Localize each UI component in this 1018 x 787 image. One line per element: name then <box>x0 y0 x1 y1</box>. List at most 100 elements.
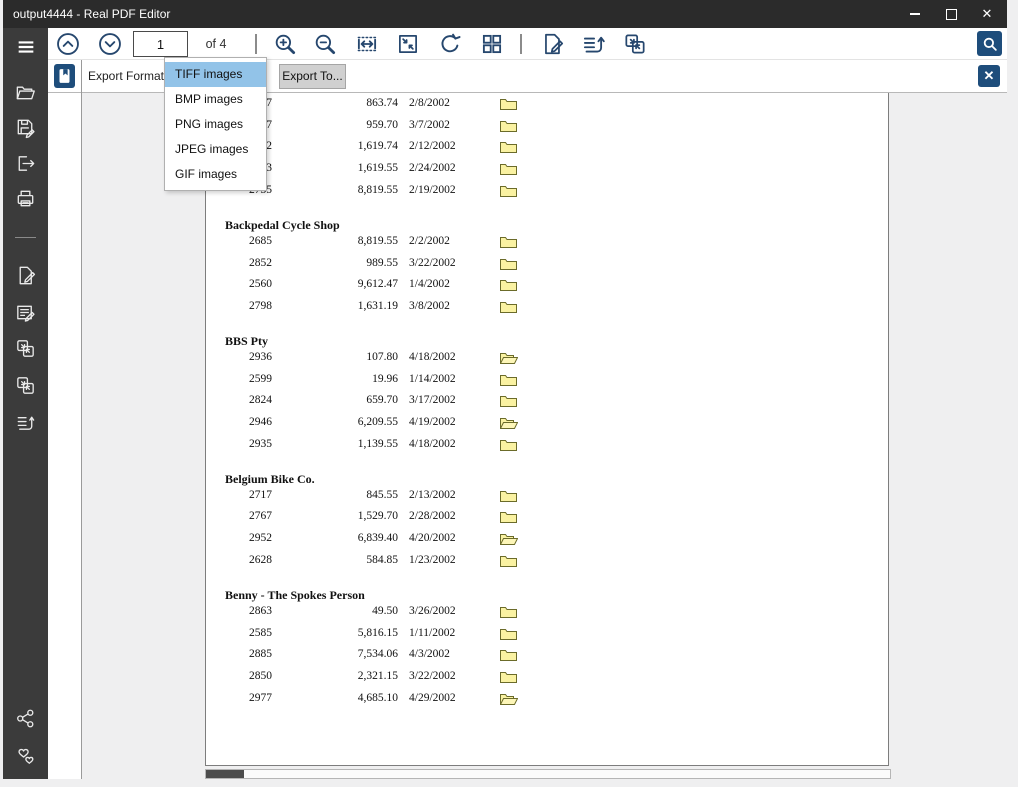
extract-pages-button[interactable] <box>14 411 37 434</box>
open-file-button[interactable] <box>14 81 37 104</box>
close-export-bar-button[interactable]: ✕ <box>978 65 1000 87</box>
share-icon <box>17 709 34 728</box>
previous-page-button[interactable] <box>54 30 82 58</box>
convert-document-button[interactable] <box>621 30 649 58</box>
toolbar-separator <box>255 34 257 54</box>
export-list-button[interactable] <box>579 30 607 58</box>
fit-page-icon <box>399 35 417 53</box>
convert-pages-b-button[interactable] <box>14 374 37 397</box>
invoice-amount: 1,139.55 <box>357 437 398 450</box>
invoice-row: 2935 1,139.55 4/18/2002 <box>206 438 888 460</box>
folder-icon <box>500 235 517 248</box>
folder-icon <box>500 605 517 618</box>
invoice-date: 1/23/2002 <box>409 553 456 566</box>
format-dropdown: TIFF images BMP images PNG images JPEG i… <box>164 57 267 191</box>
customer-name: Belgium Bike Co. <box>225 471 315 486</box>
next-page-button[interactable] <box>96 30 124 58</box>
folder-open-icon <box>500 692 518 705</box>
minimize-button[interactable] <box>897 0 933 28</box>
invoice-date: 1/4/2002 <box>409 278 450 291</box>
invoice-row: 2850 2,321.15 3/22/2002 <box>206 670 888 692</box>
invoice-amount: 7,534.06 <box>357 648 398 661</box>
invoice-row: 2824 659.70 3/17/2002 <box>206 394 888 416</box>
folder-icon <box>500 489 517 502</box>
printer-icon <box>17 190 34 207</box>
export-arrow-icon <box>18 156 35 171</box>
invoice-number: 2952 <box>249 532 272 545</box>
folder-icon <box>500 627 517 640</box>
invoice-number: 2850 <box>249 669 272 682</box>
folder-open-icon <box>500 532 518 546</box>
zoom-out-button[interactable] <box>311 30 339 58</box>
invoice-date: 4/29/2002 <box>409 691 456 704</box>
invoice-date: 4/20/2002 <box>409 532 456 545</box>
folder-icon <box>500 648 517 662</box>
export-file-button[interactable] <box>14 152 37 175</box>
invoice-row: 2599 19.96 1/14/2002 <box>206 373 888 395</box>
invoice-number: 2977 <box>249 691 272 704</box>
pdf-page: 2697863.742/8/20022797959.703/7/20022712… <box>205 93 889 766</box>
invoice-date: 4/18/2002 <box>409 350 456 363</box>
invoice-date: 3/22/2002 <box>409 256 456 269</box>
invoice-date: 3/26/2002 <box>409 604 456 617</box>
dropdown-item-gif[interactable]: GIF images <box>165 162 266 187</box>
list-arrow-icon <box>583 36 605 53</box>
invoice-row: 2798 1,631.19 3/8/2002 <box>206 300 888 322</box>
rotate-button[interactable] <box>436 30 464 58</box>
convert-pages-icon <box>17 340 34 357</box>
bookmarks-button[interactable] <box>54 64 75 88</box>
open-folder-icon <box>16 86 35 100</box>
edit-page-button[interactable] <box>14 264 37 287</box>
print-button[interactable] <box>14 187 37 210</box>
scrollbar-thumb[interactable] <box>206 770 244 778</box>
convert-pages-icon <box>17 377 34 394</box>
invoice-number: 2798 <box>249 299 272 312</box>
edit-document-button[interactable] <box>539 30 567 58</box>
zoom-in-button[interactable] <box>271 30 299 58</box>
invoice-row: 27121,619.742/12/2002 <box>206 140 888 162</box>
invoice-amount: 863.74 <box>366 97 398 109</box>
edit-content-button[interactable] <box>14 301 37 324</box>
dropdown-item-jpeg[interactable]: JPEG images <box>165 137 266 162</box>
invoice-row: 2585 5,816.15 1/11/2002 <box>206 627 888 649</box>
invoice-row: 2946 6,209.55 4/19/2002 <box>206 416 888 438</box>
horizontal-scrollbar[interactable] <box>205 769 891 779</box>
invoice-date: 3/17/2002 <box>409 394 456 407</box>
invoice-date: 2/19/2002 <box>409 183 456 196</box>
invoice-amount: 4,685.10 <box>357 691 398 704</box>
invoice-amount: 1,619.74 <box>357 140 398 153</box>
invoice-amount: 19.96 <box>372 372 398 385</box>
save-as-button[interactable] <box>14 116 37 139</box>
search-button[interactable] <box>977 31 1002 56</box>
thumbnails-grid-icon <box>482 34 502 54</box>
toolbar: of 4 <box>48 28 1007 60</box>
dropdown-item-png[interactable]: PNG images <box>165 112 266 137</box>
maximize-button[interactable] <box>933 0 969 28</box>
share-button[interactable] <box>14 707 37 730</box>
invoice-date: 3/22/2002 <box>409 669 456 682</box>
invoice-row: 2885 7,534.06 4/3/2002 <box>206 648 888 670</box>
close-window-button[interactable]: ✕ <box>969 0 1005 28</box>
page-thumbnails-button[interactable] <box>478 30 506 58</box>
invoice-amount: 9,612.47 <box>357 278 398 291</box>
export-to-button[interactable]: Export To... <box>279 64 346 89</box>
invoice-number: 2560 <box>249 278 272 291</box>
customer-name: BBS Pty <box>225 333 269 348</box>
save-edit-icon <box>17 119 35 139</box>
fit-width-button[interactable] <box>353 30 381 58</box>
donate-button[interactable] <box>14 745 37 768</box>
invoice-number: 2585 <box>249 626 272 639</box>
fit-page-button[interactable] <box>394 30 422 58</box>
invoice-number: 2936 <box>249 350 272 363</box>
page-number-input[interactable] <box>133 31 188 57</box>
convert-pages-a-button[interactable] <box>14 337 37 360</box>
menu-button[interactable] <box>14 35 37 58</box>
rotate-icon <box>441 33 461 53</box>
dropdown-item-tiff[interactable]: TIFF images <box>165 62 266 87</box>
toolbar-separator <box>520 34 522 54</box>
minimize-icon <box>910 13 920 15</box>
invoice-amount: 989.55 <box>366 256 398 269</box>
invoice-amount: 49.50 <box>372 604 398 617</box>
dropdown-item-bmp[interactable]: BMP images <box>165 87 266 112</box>
invoice-date: 3/7/2002 <box>409 118 450 131</box>
